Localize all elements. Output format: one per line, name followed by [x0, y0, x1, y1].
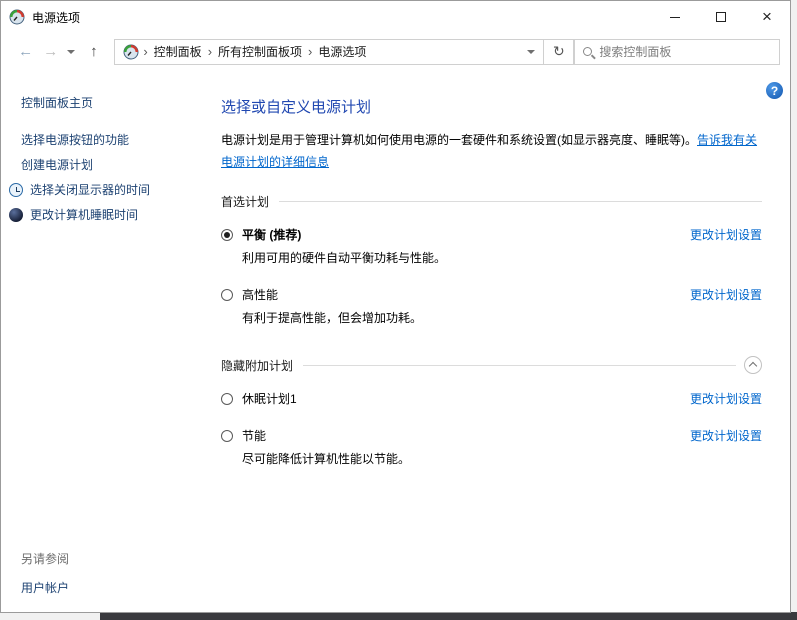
main-pane: ? 选择或自定义电源计划 电源计划是用于管理计算机如何使用电源的一套硬件和系统设…	[211, 70, 790, 612]
sidebar-item-user-accounts[interactable]: 用户帐户	[21, 579, 69, 596]
section-header-hidden-plans: 隐藏附加计划	[221, 356, 762, 374]
title-bar[interactable]: 电源选项 ×	[1, 1, 790, 33]
sidebar-item-label: 选择关闭显示器的时间	[30, 181, 150, 198]
breadcrumb-item-all-items[interactable]: 所有控制面板项	[212, 43, 308, 60]
address-bar: › 控制面板 › 所有控制面板项 › 电源选项 ↻	[114, 39, 574, 65]
section-divider	[279, 201, 762, 202]
plan-row-power-saver: 节能 更改计划设置 尽可能降低计算机性能以节能。	[221, 427, 762, 467]
plan-radio[interactable]	[221, 430, 233, 442]
plan-row-high-performance: 高性能 更改计划设置 有利于提高性能，但会增加功耗。	[221, 286, 762, 326]
plan-name: 节能	[242, 427, 266, 444]
sidebar-item-create-plan[interactable]: 创建电源计划	[1, 152, 211, 177]
page-title: 选择或自定义电源计划	[221, 96, 762, 117]
plan-radio[interactable]	[221, 229, 233, 241]
see-also-header: 另请参阅	[21, 550, 69, 567]
see-also-section: 另请参阅 用户帐户	[21, 550, 69, 596]
plan-name: 休眠计划1	[242, 390, 297, 407]
maximize-button[interactable]	[698, 1, 744, 33]
chevron-up-icon	[749, 362, 757, 370]
plan-row-hibernate-plan1: 休眠计划1 更改计划设置	[221, 390, 762, 407]
search-input[interactable]	[599, 45, 771, 59]
search-icon	[583, 47, 592, 56]
sidebar-item-control-panel-home[interactable]: 控制面板主页	[1, 90, 211, 115]
maximize-icon	[716, 12, 726, 22]
plan-row-balanced: 平衡 (推荐) 更改计划设置 利用可用的硬件自动平衡功耗与性能。	[221, 226, 762, 266]
plan-description: 利用可用的硬件自动平衡功耗与性能。	[242, 249, 762, 266]
section-divider	[303, 365, 736, 366]
section-label: 首选计划	[221, 193, 279, 210]
collapse-section-button[interactable]	[744, 356, 762, 374]
section-header-preferred-plans: 首选计划	[221, 193, 762, 210]
sidebar: 控制面板主页 选择电源按钮的功能 创建电源计划 选择关闭显示器的时间 更改计算机…	[1, 70, 211, 612]
sidebar-item-display-off-time[interactable]: 选择关闭显示器的时间	[1, 177, 211, 202]
section-label: 隐藏附加计划	[221, 357, 303, 374]
sleep-icon	[9, 208, 23, 222]
change-plan-settings-link[interactable]: 更改计划设置	[690, 286, 762, 303]
breadcrumb-item-power-options[interactable]: 电源选项	[312, 43, 372, 60]
change-plan-settings-link[interactable]: 更改计划设置	[690, 226, 762, 243]
recent-pages-dropdown-icon[interactable]	[67, 50, 75, 54]
sidebar-item-label: 更改计算机睡眠时间	[30, 206, 138, 223]
plan-description: 有利于提高性能，但会增加功耗。	[242, 309, 762, 326]
refresh-icon: ↻	[553, 43, 565, 60]
close-button[interactable]: ×	[744, 1, 790, 33]
power-options-window: 电源选项 × ← → ↑ ›	[0, 0, 791, 613]
intro-body: 电源计划是用于管理计算机如何使用电源的一套硬件和系统设置(如显示器亮度、睡眠等)…	[221, 133, 697, 147]
power-options-icon	[9, 9, 25, 25]
plan-main: 休眠计划1 更改计划设置	[221, 390, 762, 407]
plan-radio[interactable]	[221, 393, 233, 405]
plan-name: 高性能	[242, 286, 278, 303]
plan-main: 节能 更改计划设置	[221, 427, 762, 444]
plan-description: 尽可能降低计算机性能以节能。	[242, 450, 762, 467]
breadcrumb[interactable]: › 控制面板 › 所有控制面板项 › 电源选项	[114, 39, 544, 65]
breadcrumb-dropdown-icon[interactable]	[527, 50, 535, 54]
help-button[interactable]: ?	[766, 82, 783, 99]
window-body: 控制面板主页 选择电源按钮的功能 创建电源计划 选择关闭显示器的时间 更改计算机…	[1, 70, 790, 612]
back-button[interactable]: ←	[13, 43, 38, 60]
plan-main: 平衡 (推荐) 更改计划设置	[221, 226, 762, 243]
breadcrumb-power-icon	[123, 44, 139, 60]
change-plan-settings-link[interactable]: 更改计划设置	[690, 390, 762, 407]
search-box[interactable]	[574, 39, 780, 65]
minimize-button[interactable]	[652, 1, 698, 33]
plan-radio[interactable]	[221, 289, 233, 301]
forward-button[interactable]: →	[38, 43, 63, 60]
close-icon: ×	[762, 8, 772, 25]
plan-name: 平衡 (推荐)	[242, 226, 301, 243]
up-button[interactable]: ↑	[79, 43, 108, 60]
change-plan-settings-link[interactable]: 更改计划设置	[690, 427, 762, 444]
screen: 电源选项 × ← → ↑ ›	[0, 0, 797, 620]
minimize-icon	[670, 17, 680, 18]
navigation-bar: ← → ↑ › 控制面板 › 所有控制面板项 › 电源选项	[1, 33, 790, 70]
intro-text: 电源计划是用于管理计算机如何使用电源的一套硬件和系统设置(如显示器亮度、睡眠等)…	[221, 130, 762, 173]
window-title: 电源选项	[32, 9, 80, 26]
background-strip	[100, 612, 797, 620]
breadcrumb-item-control-panel[interactable]: 控制面板	[148, 43, 208, 60]
plan-main: 高性能 更改计划设置	[221, 286, 762, 303]
sidebar-item-power-buttons[interactable]: 选择电源按钮的功能	[1, 127, 211, 152]
display-timeout-icon	[9, 183, 23, 197]
sidebar-item-sleep-time[interactable]: 更改计算机睡眠时间	[1, 202, 211, 227]
refresh-button[interactable]: ↻	[544, 39, 574, 65]
window-controls: ×	[652, 1, 790, 33]
